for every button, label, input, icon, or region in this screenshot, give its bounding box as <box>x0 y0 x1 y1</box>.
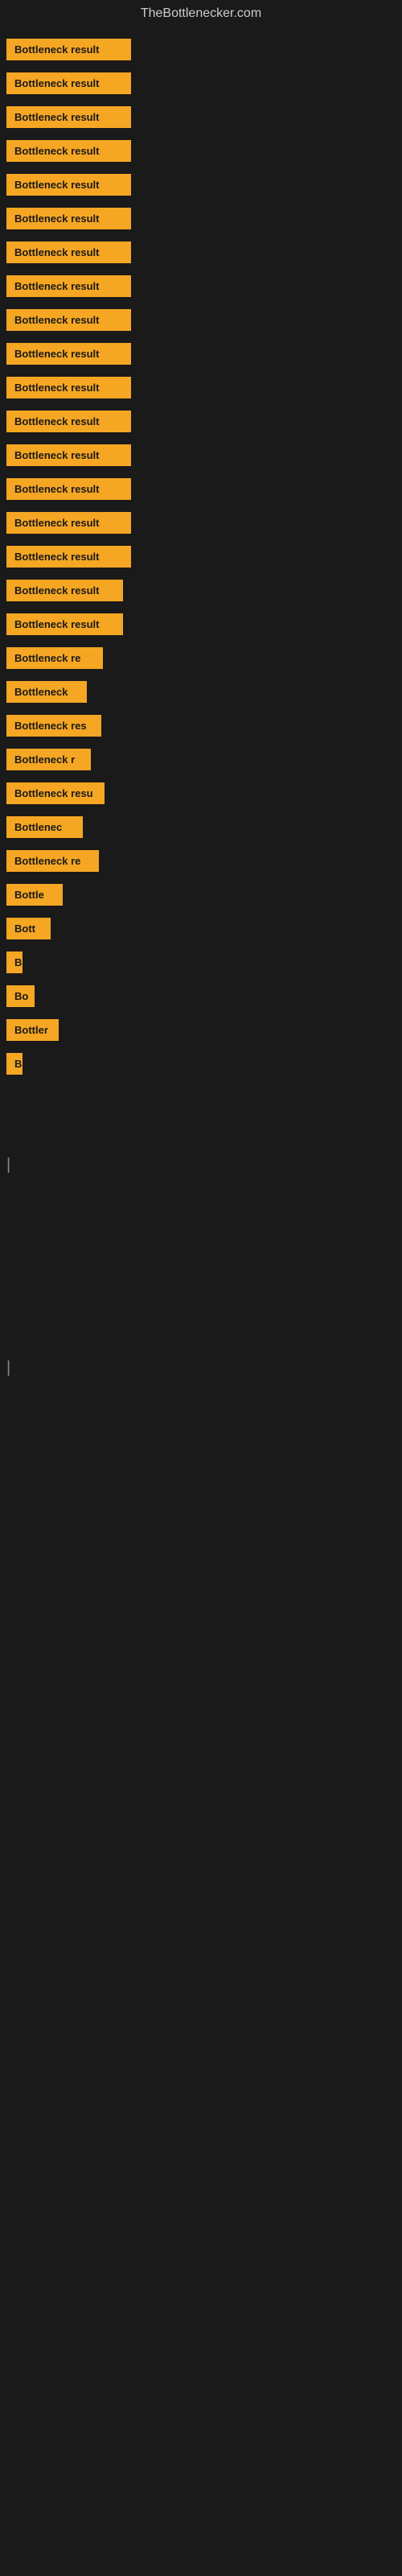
result-row: B <box>0 1048 402 1079</box>
result-row: Bottleneck result <box>0 169 402 200</box>
vertical-marker: | <box>6 1359 10 1377</box>
bottleneck-bar[interactable]: Bottle <box>6 884 63 906</box>
bottleneck-bar[interactable]: Bott <box>6 918 51 939</box>
bottleneck-bar[interactable]: Bottleneck result <box>6 613 123 635</box>
result-row: Bottle <box>0 879 402 910</box>
bottleneck-bar[interactable]: Bottleneck result <box>6 309 131 331</box>
result-row: | <box>0 1352 402 1383</box>
bottleneck-bar[interactable]: Bottleneck result <box>6 343 131 365</box>
bottleneck-bar[interactable]: Bottleneck resu <box>6 782 105 804</box>
bottleneck-bar[interactable]: B <box>6 1053 23 1075</box>
result-row: Bottleneck result <box>0 135 402 166</box>
bottleneck-bar[interactable]: Bottleneck result <box>6 444 131 466</box>
result-row: Bottleneck res <box>0 710 402 741</box>
result-row <box>0 1116 402 1146</box>
result-row: Bottleneck result <box>0 237 402 267</box>
result-row: Bo <box>0 980 402 1011</box>
result-row: Bottleneck resu <box>0 778 402 808</box>
result-row: | <box>0 1150 402 1180</box>
bottleneck-bar[interactable]: Bottlenec <box>6 816 83 838</box>
site-title: TheBottlenecker.com <box>0 0 402 31</box>
result-row: Bottleneck result <box>0 304 402 335</box>
result-row: Bottlenec <box>0 811 402 842</box>
bottleneck-bar[interactable]: Bottleneck re <box>6 647 103 669</box>
bottleneck-bar[interactable]: Bottleneck result <box>6 242 131 263</box>
result-row: Bottleneck re <box>0 845 402 876</box>
bottleneck-bar[interactable]: Bottleneck <box>6 681 87 703</box>
result-row: B <box>0 947 402 977</box>
bottleneck-bar[interactable]: Bottleneck result <box>6 174 131 196</box>
result-row: Bottleneck result <box>0 440 402 470</box>
result-row: Bottleneck result <box>0 372 402 402</box>
result-row: Bottleneck result <box>0 406 402 436</box>
result-row <box>0 1319 402 1349</box>
result-row: Bottleneck result <box>0 338 402 369</box>
result-row: Bottleneck r <box>0 744 402 774</box>
bottleneck-bar[interactable]: Bottleneck result <box>6 546 131 568</box>
bottleneck-bar[interactable]: Bottleneck result <box>6 140 131 162</box>
result-row: Bottleneck result <box>0 575 402 605</box>
bottleneck-bar[interactable]: Bottler <box>6 1019 59 1041</box>
bottleneck-bar[interactable]: Bottleneck result <box>6 512 131 534</box>
result-row: Bottler <box>0 1014 402 1045</box>
bottleneck-bar[interactable]: Bottleneck result <box>6 478 131 500</box>
result-row: Bottleneck result <box>0 507 402 538</box>
bottleneck-bar[interactable]: Bottleneck result <box>6 411 131 432</box>
vertical-marker: | <box>6 1156 10 1174</box>
result-row <box>0 1251 402 1282</box>
bottleneck-bar[interactable]: Bottleneck result <box>6 106 131 128</box>
result-row <box>0 1183 402 1214</box>
bottleneck-bar[interactable]: B <box>6 952 23 973</box>
result-row <box>0 1285 402 1315</box>
result-row <box>0 1217 402 1248</box>
result-row: Bottleneck result <box>0 203 402 233</box>
result-row: Bottleneck result <box>0 609 402 639</box>
bottleneck-bar[interactable]: Bottleneck result <box>6 377 131 398</box>
bottleneck-bar[interactable]: Bottleneck result <box>6 580 123 601</box>
result-row: Bottleneck result <box>0 34 402 64</box>
result-row: Bottleneck result <box>0 101 402 132</box>
result-row: Bottleneck result <box>0 68 402 98</box>
bottleneck-bar[interactable]: Bottleneck result <box>6 72 131 94</box>
bottleneck-bar[interactable]: Bottleneck r <box>6 749 91 770</box>
result-row: Bottleneck result <box>0 270 402 301</box>
result-row: Bottleneck re <box>0 642 402 673</box>
result-row: Bottleneck result <box>0 473 402 504</box>
bottleneck-bar[interactable]: Bottleneck re <box>6 850 99 872</box>
result-row: Bott <box>0 913 402 943</box>
result-row <box>0 1082 402 1113</box>
bottleneck-bar[interactable]: Bo <box>6 985 35 1007</box>
result-row: Bottleneck result <box>0 541 402 572</box>
bottleneck-bar[interactable]: Bottleneck result <box>6 208 131 229</box>
result-row: Bottleneck <box>0 676 402 707</box>
bottleneck-bar[interactable]: Bottleneck result <box>6 275 131 297</box>
bottleneck-bar[interactable]: Bottleneck result <box>6 39 131 60</box>
bottleneck-bar[interactable]: Bottleneck res <box>6 715 101 737</box>
